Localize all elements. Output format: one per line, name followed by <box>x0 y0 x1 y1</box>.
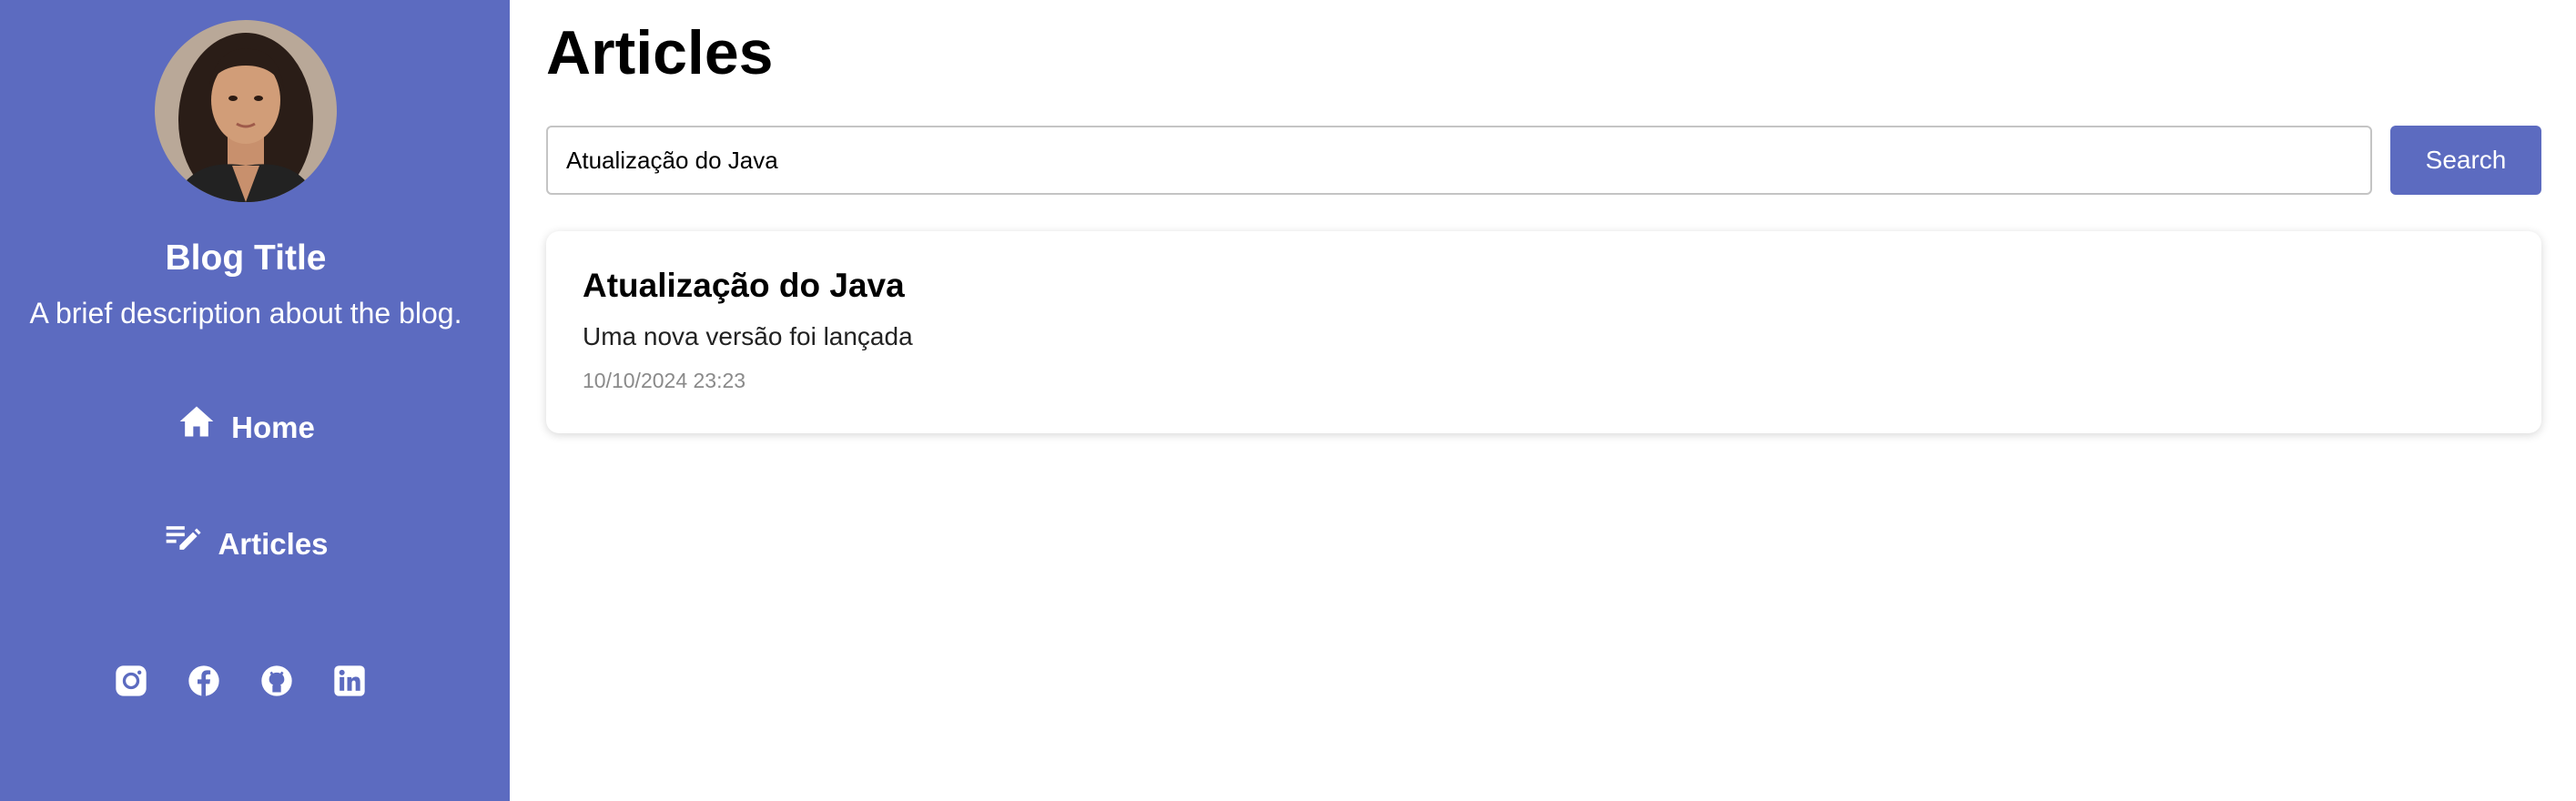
page-title: Articles <box>546 18 774 87</box>
article-date: 10/10/2024 23:23 <box>583 369 746 392</box>
github-icon[interactable] <box>259 663 295 699</box>
nav-item-label: Home <box>231 411 315 444</box>
social-links <box>113 663 404 699</box>
search-button[interactable]: Search <box>2390 126 2541 195</box>
facebook-icon[interactable] <box>186 663 222 699</box>
nav-item-articles[interactable]: Articles <box>0 524 492 564</box>
nav-item-home[interactable]: Home <box>0 406 492 448</box>
instagram-icon[interactable] <box>113 663 149 699</box>
search-input[interactable] <box>546 126 2372 195</box>
blog-description: A brief description about the blog. <box>29 297 462 330</box>
home-icon <box>177 401 217 441</box>
linkedin-icon[interactable] <box>331 663 368 699</box>
article-card[interactable]: Atualização do Java Uma nova versão foi … <box>546 231 2541 433</box>
main-content: Articles Search Atualização do Java Uma … <box>510 0 2576 801</box>
sidebar: Blog Title A brief description about the… <box>0 0 510 801</box>
article-summary: Uma nova versão foi lançada <box>583 322 913 350</box>
app-layout: Blog Title A brief description about the… <box>0 0 2576 801</box>
nav-item-label: Articles <box>218 527 329 561</box>
edit-note-icon <box>163 518 203 558</box>
article-title: Atualização do Java <box>583 267 905 304</box>
blog-title: Blog Title <box>165 238 327 278</box>
avatar <box>155 20 337 202</box>
